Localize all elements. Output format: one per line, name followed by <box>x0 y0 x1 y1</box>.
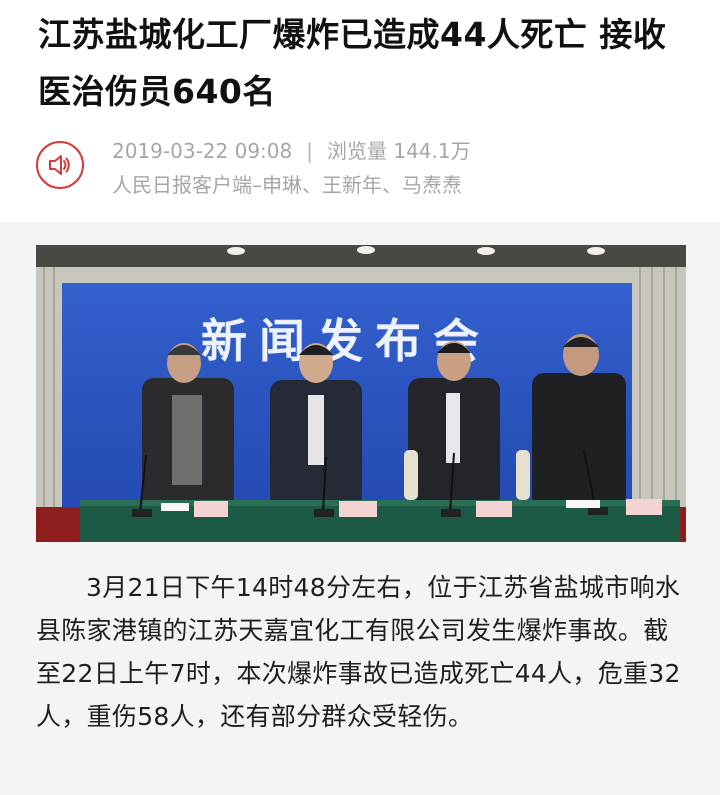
audio-play-button[interactable] <box>36 141 84 189</box>
photo-illustration: 新闻发布会 <box>36 245 686 542</box>
nameplate <box>626 499 662 515</box>
nameplate <box>194 501 228 517</box>
article-source: 人民日报客户端–申琳、王新年、马焘焘 <box>112 173 462 197</box>
article-header: 江苏盐城化工厂爆炸已造成44人死亡 接收医治伤员640名 2019-03-22 … <box>0 0 720 222</box>
article-body: 3月21日下午14时48分左右，位于江苏省盐城市响水县陈家港镇的江苏天嘉宜化工有… <box>36 573 681 731</box>
article-title: 江苏盐城化工厂爆炸已造成44人死亡 接收医治伤员640名 <box>38 15 667 111</box>
meta-separator: | <box>306 139 313 163</box>
nameplate <box>476 501 512 517</box>
publish-date: 2019-03-22 09:08 <box>112 139 293 163</box>
speaker-icon <box>49 155 70 175</box>
press-conference-photo: 新闻发布会 <box>36 245 686 542</box>
view-count: 浏览量 144.1万 <box>326 139 471 163</box>
article-meta: 2019-03-22 09:08 | 浏览量 144.1万 人民日报客户端–申琳、王… <box>112 134 471 202</box>
nameplate <box>339 501 377 517</box>
meta-date-views: 2019-03-22 09:08 | 浏览量 144.1万 <box>112 134 471 168</box>
